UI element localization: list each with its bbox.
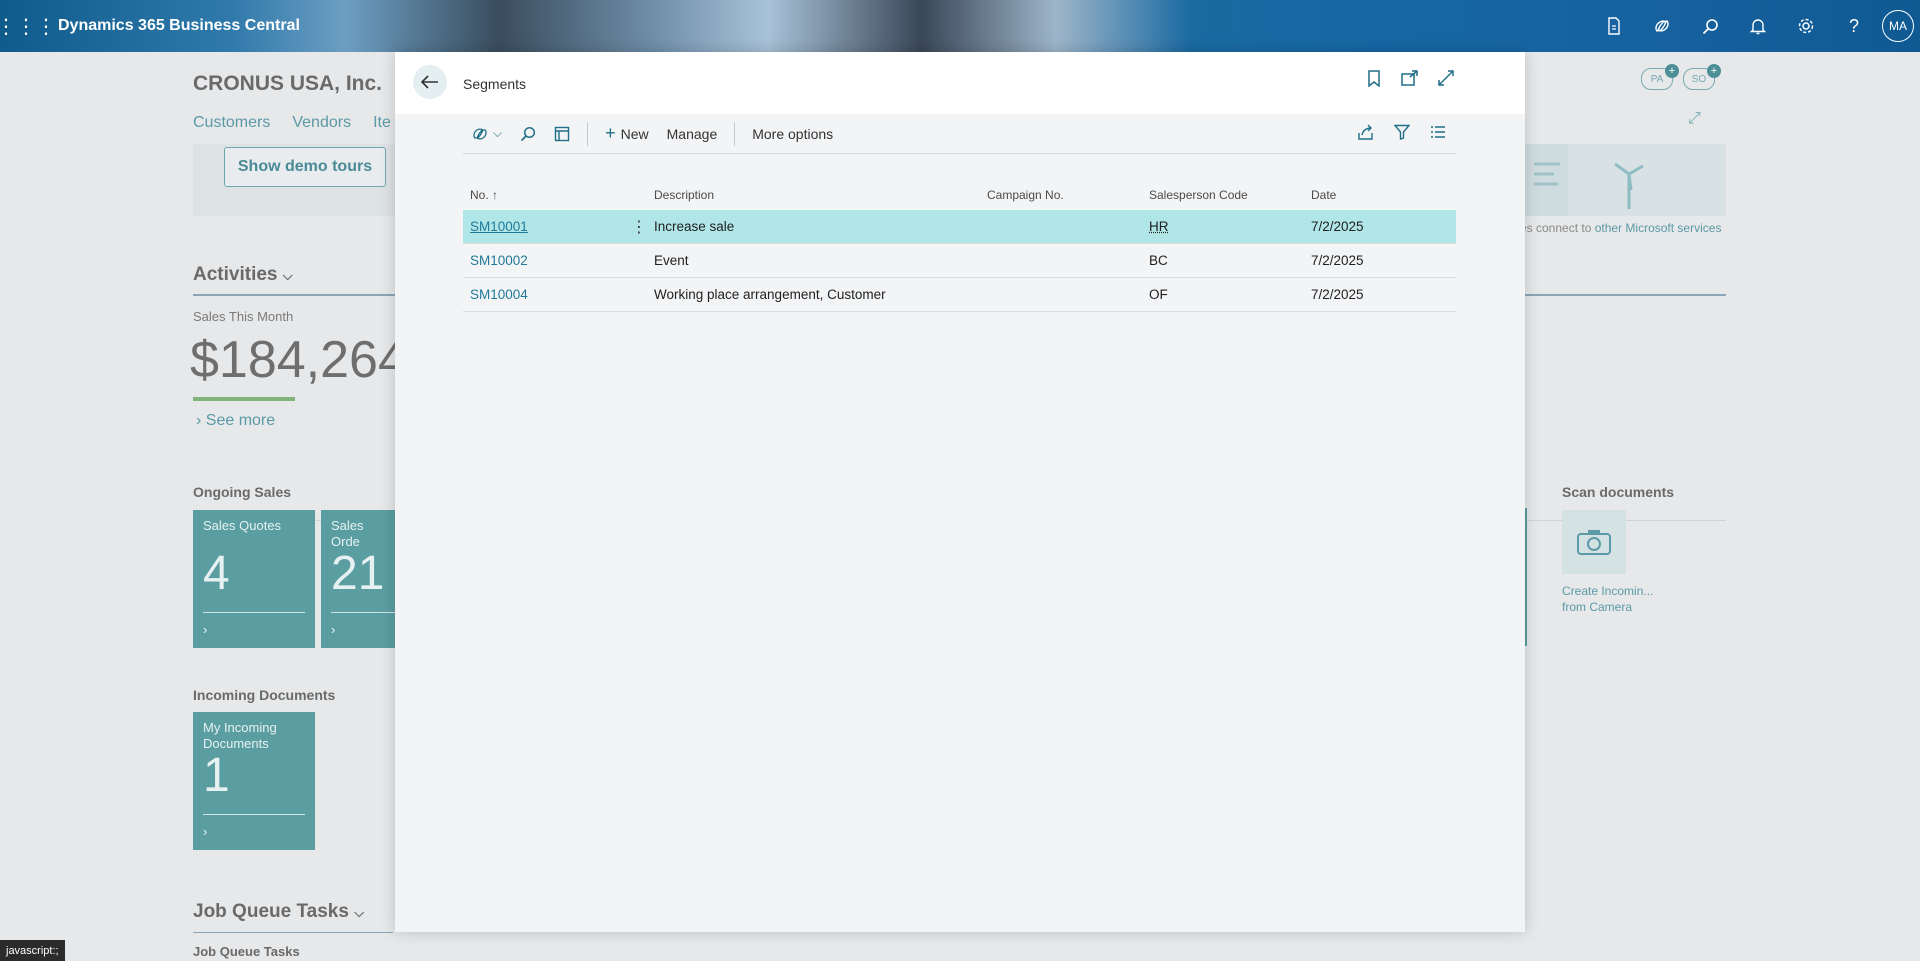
nav-items[interactable]: Ite	[373, 114, 391, 132]
user-avatar[interactable]: MA	[1882, 10, 1914, 42]
action-bar: ⌵ + New Manage More options	[463, 114, 1456, 154]
date-cell: 7/2/2025	[1311, 219, 1364, 234]
document-icon[interactable]	[1590, 0, 1638, 52]
job-queue-subtitle: Job Queue Tasks	[193, 944, 300, 959]
nav-customers[interactable]: Customers	[193, 114, 270, 132]
salesperson-code-cell: OF	[1149, 287, 1168, 302]
company-name: CRONUS USA, Inc.	[193, 72, 383, 95]
segment-no-link[interactable]: SM10001	[470, 219, 528, 234]
chevron-right-icon: ›	[196, 412, 202, 429]
tile-my-incoming-documents[interactable]: My Incoming Documents 1 ›	[193, 712, 315, 850]
app-launcher-icon[interactable]: ⋮⋮⋮	[0, 0, 56, 52]
search-icon[interactable]	[1686, 0, 1734, 52]
plus-icon: +	[605, 123, 616, 143]
sales-this-month-value[interactable]: $184,264	[190, 330, 407, 390]
column-header-date[interactable]: Date	[1311, 188, 1456, 202]
bell-icon[interactable]	[1734, 0, 1782, 52]
app-brand[interactable]: Dynamics 365 Business Central	[58, 17, 300, 35]
chevron-right-icon: ›	[331, 622, 336, 637]
job-queue-title[interactable]: Job Queue Tasks ⌵	[193, 901, 364, 923]
chevron-down-icon: ⌵	[493, 126, 503, 140]
activities-title[interactable]: Activities ⌵	[193, 264, 293, 286]
chevron-down-icon: ⌵	[282, 268, 293, 283]
expand-icon[interactable]: ⤢	[1688, 110, 1701, 128]
column-header-salesperson-code[interactable]: Salesperson Code	[1149, 188, 1311, 202]
gear-icon[interactable]	[1782, 0, 1830, 52]
scan-documents-title: Scan documents	[1562, 484, 1675, 500]
tile-sales-quotes[interactable]: Sales Quotes 4 ›	[193, 510, 315, 648]
column-header-campaign-no[interactable]: Campaign No.	[987, 188, 1149, 202]
connect-text: es connect to other Microsoft services	[1520, 221, 1722, 235]
tile-sales-orders[interactable]: Sales Orde 21 ›	[321, 510, 395, 648]
help-icon[interactable]: ?	[1830, 0, 1878, 52]
row-actions-icon[interactable]: ⋮	[631, 217, 647, 237]
nav-vendors[interactable]: Vendors	[292, 114, 351, 132]
search-icon[interactable]	[511, 114, 545, 154]
share-icon[interactable]	[1358, 124, 1374, 144]
browser-status-bar: javascript:;	[0, 940, 65, 961]
kpi-indicator-bar	[193, 397, 295, 401]
edit-list-icon[interactable]	[545, 114, 579, 154]
salesperson-code-cell: BC	[1149, 253, 1168, 268]
show-demo-tours-button[interactable]: Show demo tours	[224, 147, 386, 187]
bookmark-icon[interactable]	[1365, 70, 1383, 87]
table-row[interactable]: SM10002 Event BC 7/2/2025	[463, 244, 1456, 278]
more-options-button[interactable]: More options	[743, 114, 842, 154]
role-center-nav: Customers Vendors Ite	[193, 114, 391, 132]
dialog-header: Segments	[395, 52, 1525, 114]
date-cell: 7/2/2025	[1311, 253, 1364, 268]
divider	[193, 932, 393, 933]
segment-no-link[interactable]: SM10004	[470, 287, 528, 302]
pill-pa-add-icon[interactable]: +	[1665, 64, 1679, 78]
top-bar: ⋮⋮⋮ Dynamics 365 Business Central ? MA	[0, 0, 1920, 52]
divider	[587, 121, 589, 146]
microsoft-services-link[interactable]: other Microsoft services	[1595, 221, 1722, 235]
chevron-down-icon: ⌵	[354, 905, 365, 920]
column-headers: No. ↑ Description Campaign No. Salespers…	[463, 180, 1456, 210]
table-row[interactable]: SM10001 ⋮ Increase sale HR 7/2/2025	[463, 210, 1456, 244]
expand-icon[interactable]	[1437, 70, 1455, 87]
manage-menu[interactable]: Manage	[658, 114, 727, 154]
date-cell: 7/2/2025	[1311, 287, 1364, 302]
divider	[734, 121, 736, 146]
salesperson-code-cell[interactable]: HR	[1149, 219, 1169, 234]
pill-so-add-icon[interactable]: +	[1707, 64, 1721, 78]
open-new-window-icon[interactable]	[1401, 70, 1419, 87]
list-view-icon[interactable]	[1430, 124, 1446, 144]
segment-no-link[interactable]: SM10002	[470, 253, 528, 268]
copilot-dropdown[interactable]: ⌵	[463, 114, 511, 154]
create-incoming-from-camera-link[interactable]: Create Incomin... from Camera	[1562, 583, 1662, 615]
segments-list: No. ↑ Description Campaign No. Salespers…	[463, 180, 1456, 312]
see-more-link[interactable]: › See more	[196, 412, 275, 430]
column-header-no[interactable]: No. ↑	[463, 188, 654, 202]
ongoing-sales-title: Ongoing Sales	[193, 484, 292, 500]
incoming-documents-title: Incoming Documents	[193, 687, 336, 703]
filter-icon[interactable]	[1393, 124, 1411, 144]
camera-icon[interactable]	[1562, 510, 1626, 574]
banner-illustration	[1524, 144, 1726, 216]
description-cell: Event	[654, 253, 689, 268]
description-cell: Increase sale	[654, 219, 735, 234]
sales-this-month-label: Sales This Month	[193, 309, 294, 324]
table-row[interactable]: SM10004 Working place arrangement, Custo…	[463, 278, 1456, 312]
new-button[interactable]: + New	[596, 114, 658, 154]
description-cell: Working place arrangement, Customer	[654, 287, 886, 302]
page-title: Segments	[463, 76, 527, 92]
chevron-right-icon: ›	[203, 622, 208, 637]
back-button[interactable]	[413, 65, 447, 99]
chevron-right-icon: ›	[203, 824, 208, 839]
segments-dialog: Segments ⌵ + New Manage More options No.…	[395, 52, 1525, 932]
column-header-description[interactable]: Description	[654, 188, 987, 202]
copilot-icon[interactable]	[1638, 0, 1686, 52]
